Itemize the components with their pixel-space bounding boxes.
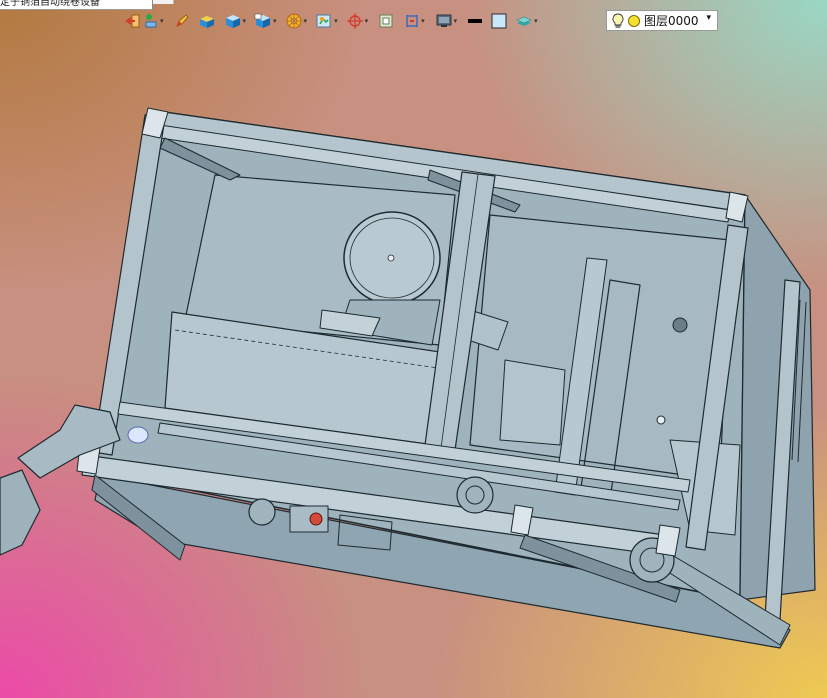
- model-viewport[interactable]: [0, 40, 827, 698]
- insert-icon: [145, 14, 157, 28]
- shaded-cube-icon: [225, 15, 240, 28]
- insert-tool-menu-arrow: ▾: [160, 16, 164, 25]
- insert-tool-button[interactable]: ▾: [142, 10, 165, 32]
- layer-name: 图层0000: [644, 14, 699, 28]
- monitor-menu-arrow: ▾: [453, 16, 458, 25]
- measure-tool-button[interactable]: ▾: [403, 10, 426, 32]
- layers-tool-button[interactable]: ▾: [514, 10, 539, 32]
- shaded-cube-tool-button[interactable]: ▾: [223, 10, 248, 32]
- monitor-tool-button[interactable]: ▾: [434, 10, 459, 32]
- pencil-tool-button[interactable]: [173, 10, 191, 32]
- layer-color-dot-icon: [628, 14, 640, 27]
- display-style-menu-arrow: ▾: [303, 16, 308, 25]
- line-color-icon: [468, 19, 483, 23]
- layers-icon: [516, 16, 532, 26]
- exit-tool-button[interactable]: [124, 10, 142, 32]
- view-orient-menu-arrow: ▾: [334, 16, 338, 25]
- view-orient-tool-button[interactable]: ▾: [314, 10, 339, 32]
- triad-menu-arrow: ▾: [364, 16, 369, 25]
- box-tool-button[interactable]: [197, 10, 217, 32]
- shaded-cube-menu-arrow: ▾: [242, 16, 247, 25]
- viewport-icon: [379, 14, 393, 28]
- lightbulb-icon: [612, 13, 624, 28]
- viewport-tool-button[interactable]: [377, 10, 395, 32]
- pencil-icon: [175, 14, 189, 27]
- fill-color-icon: [491, 13, 507, 29]
- line-color-tool-button[interactable]: [466, 10, 484, 32]
- section-cube-icon: [254, 13, 271, 28]
- layer-selector[interactable]: 图层0000 ▾: [606, 10, 718, 31]
- monitor-icon: [436, 14, 452, 27]
- box-icon: [199, 16, 214, 28]
- exit-icon: [125, 14, 140, 28]
- document-tab-title: 定子铜箔自动绕卷设备: [0, 0, 100, 8]
- pulley-mid: [456, 476, 494, 514]
- layers-menu-arrow: ▾: [534, 16, 538, 25]
- triad-tool-button[interactable]: ▾: [345, 10, 370, 32]
- measure-menu-arrow: ▾: [421, 16, 425, 25]
- fill-color-tool-button[interactable]: [490, 10, 508, 32]
- pulley-left: [248, 498, 276, 526]
- measure-icon: [406, 15, 418, 27]
- display-style-tool-button[interactable]: ▾: [284, 10, 309, 32]
- section-view-menu-arrow: ▾: [273, 16, 277, 25]
- tab-strip: [153, 0, 174, 4]
- view-orient-icon: [316, 14, 331, 28]
- section-view-tool-button[interactable]: ▾: [253, 10, 278, 32]
- wheel-icon: [286, 13, 302, 29]
- toolbar: ▾ ▾ ▾ ▾ ▾ ▾ ▾ ▾ ▾: [124, 9, 539, 33]
- triad-icon: [346, 13, 363, 29]
- layer-dropdown-arrow[interactable]: ▾: [706, 13, 711, 23]
- machine-model: [0, 107, 816, 649]
